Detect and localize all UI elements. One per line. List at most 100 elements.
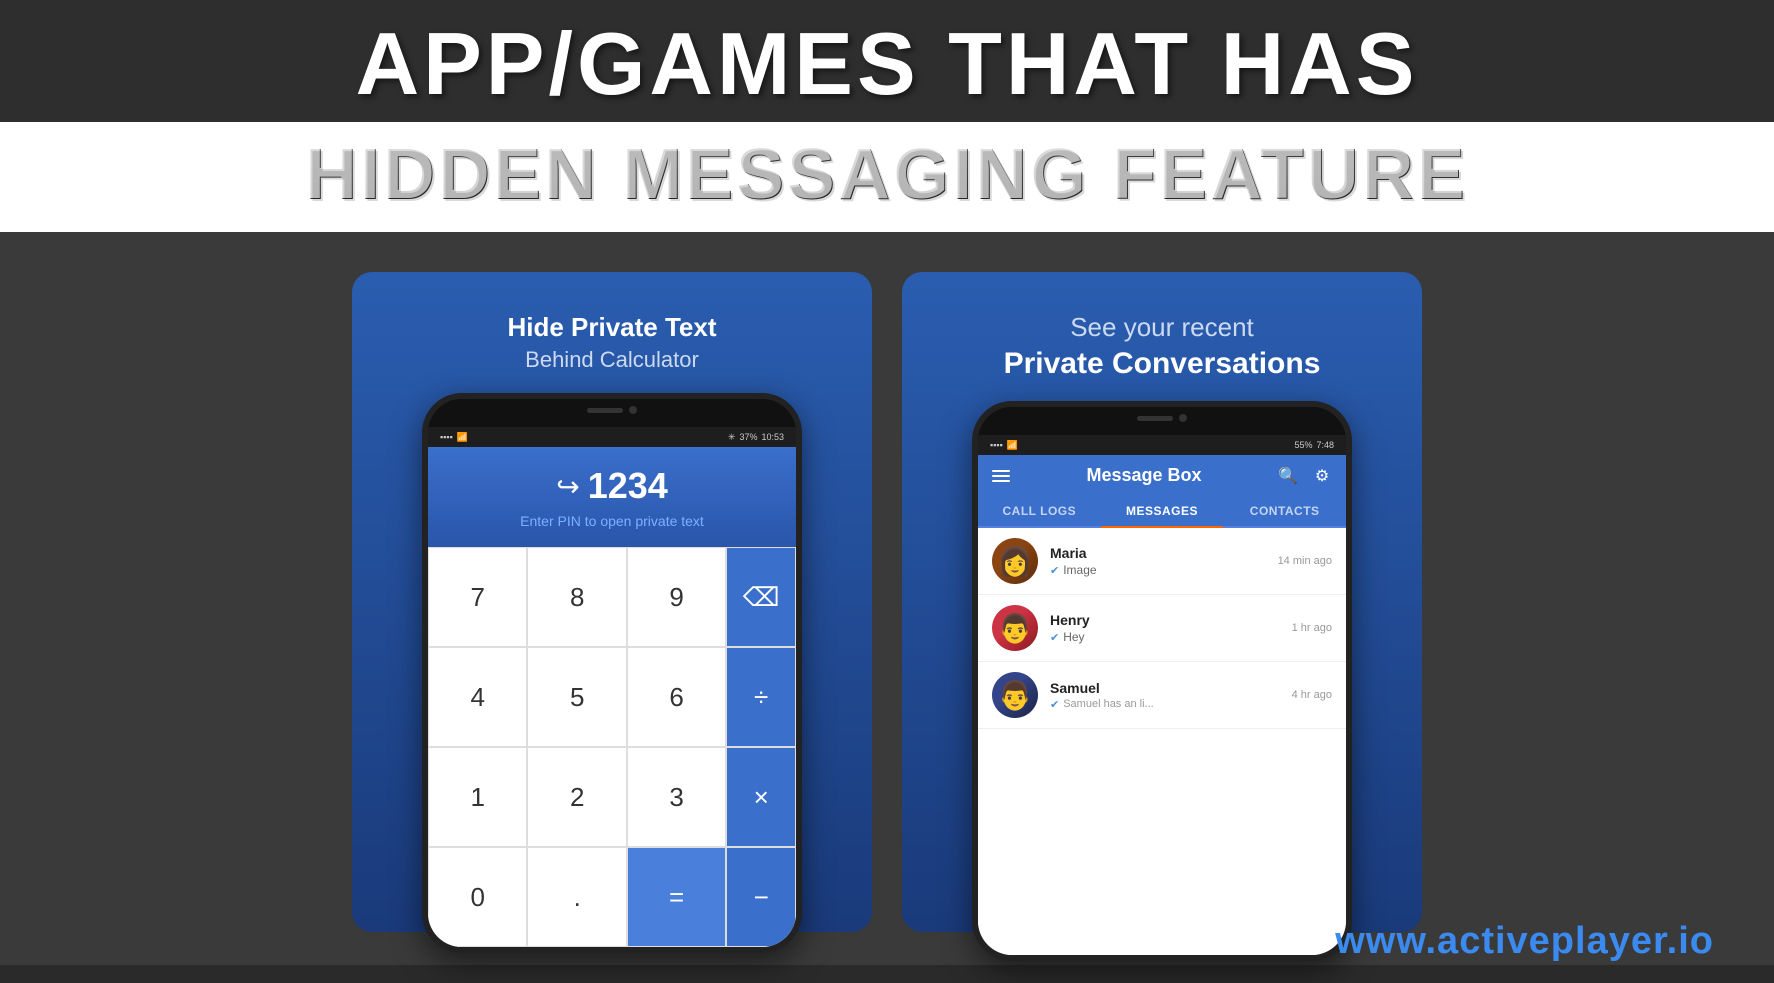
msg-info-samuel: Samuel ✔ Samuel has an li... [1050, 680, 1280, 711]
wifi-icon: 📶 [457, 432, 468, 443]
header-section: APP/GAMES THAT HAS [0, 0, 1774, 122]
key-backspace[interactable]: ⌫ [726, 547, 796, 647]
msg-info-henry: Henry ✔ Hey [1050, 612, 1280, 644]
notch-speaker [587, 408, 623, 413]
msg-name-maria: Maria [1050, 545, 1266, 561]
key-multiply[interactable]: × [726, 747, 796, 847]
check-icon-henry: ✔ [1050, 631, 1059, 644]
msg-time-samuel: 4 hr ago [1292, 689, 1332, 701]
msg-item-samuel[interactable]: 👨 Samuel ✔ Samuel has an li... 4 hr ago [978, 662, 1346, 729]
calc-keypad: 7 8 9 ⌫ 4 5 6 ÷ 1 2 3 × 0 . = − [428, 547, 796, 947]
msg-name-henry: Henry [1050, 612, 1280, 628]
key-equals[interactable]: = [627, 847, 726, 947]
network-indicator: ▪▪▪▪ [440, 432, 453, 442]
key-2[interactable]: 2 [527, 747, 626, 847]
key-0[interactable]: 0 [428, 847, 527, 947]
left-panel: Hide Private Text Behind Calculator ▪▪▪▪… [352, 272, 872, 932]
msg-text-maria: Image [1063, 563, 1096, 577]
avatar-maria-emoji: 👩 [998, 545, 1033, 578]
hamburger-line-3 [992, 480, 1010, 482]
hamburger-line-1 [992, 470, 1010, 472]
notch-dot [629, 406, 637, 414]
notch-center [567, 399, 657, 421]
calc-arrow-icon: ↪ [556, 470, 579, 503]
calc-pin-number: 1234 [588, 465, 668, 507]
msg-screen: Message Box 🔍 ⚙ CALL LOGS MESSAGES CONTA… [978, 455, 1346, 955]
calc-status-bar: ▪▪▪▪ 📶 ✳ 37% 10:53 [428, 427, 796, 447]
avatar-samuel-emoji: 👨 [998, 679, 1033, 712]
search-icon[interactable]: 🔍 [1278, 466, 1298, 486]
msg-text-henry: Hey [1063, 630, 1084, 644]
main-title: APP/GAMES THAT HAS [20, 18, 1754, 110]
msg-preview-henry: ✔ Hey [1050, 630, 1280, 644]
msg-wifi-icon: 📶 [1007, 440, 1018, 451]
msg-tabs: CALL LOGS MESSAGES CONTACTS [978, 496, 1346, 528]
key-7[interactable]: 7 [428, 547, 527, 647]
msg-battery-text: 55% [1294, 440, 1312, 450]
msg-status-left: ▪▪▪▪ 📶 [990, 440, 1018, 451]
msg-time-henry: 1 hr ago [1292, 622, 1332, 634]
left-label-bold: Hide Private Text [507, 312, 716, 343]
msg-notch-center [1117, 407, 1207, 429]
msg-item-maria[interactable]: 👩 Maria ✔ Image 14 min ago [978, 528, 1346, 595]
msg-notch-dot [1179, 414, 1187, 422]
msg-name-samuel: Samuel [1050, 680, 1280, 696]
left-label-sub: Behind Calculator [507, 347, 716, 373]
avatar-samuel: 👨 [992, 672, 1038, 718]
msg-network-indicator: ▪▪▪▪ [990, 440, 1003, 450]
status-left: ▪▪▪▪ 📶 [440, 432, 468, 443]
msg-status-bar: ▪▪▪▪ 📶 55% 7:48 [978, 435, 1346, 455]
msg-phone-notch-bar [978, 407, 1346, 435]
tab-messages[interactable]: MESSAGES [1101, 496, 1224, 528]
msg-time-maria: 14 min ago [1278, 555, 1332, 567]
left-panel-label: Hide Private Text Behind Calculator [507, 312, 716, 373]
key-9[interactable]: 9 [627, 547, 726, 647]
msg-text-samuel: Samuel has an li... [1063, 698, 1154, 710]
key-4[interactable]: 4 [428, 647, 527, 747]
content-area: Hide Private Text Behind Calculator ▪▪▪▪… [0, 232, 1774, 965]
topbar-icons: 🔍 ⚙ [1278, 466, 1332, 486]
msg-status-right: 55% 7:48 [1294, 440, 1334, 450]
calculator-phone: ▪▪▪▪ 📶 ✳ 37% 10:53 ↪ 1234 Enter PIN t [422, 393, 802, 953]
msg-topbar: Message Box 🔍 ⚙ [978, 455, 1346, 496]
hamburger-menu[interactable] [992, 470, 1010, 482]
calc-pin-row: ↪ 1234 [556, 465, 668, 507]
status-right: ✳ 37% 10:53 [728, 432, 784, 443]
msg-notch-speaker [1137, 416, 1173, 421]
calc-hint: Enter PIN to open private text [520, 513, 704, 529]
right-label-top: See your recent [1004, 312, 1321, 343]
time-text: 10:53 [761, 432, 784, 442]
settings-icon[interactable]: ⚙ [1312, 466, 1332, 486]
subtitle-section: HIDDEN MESSAGING FEATURE [0, 122, 1774, 232]
right-label-bold: Private Conversations [1004, 347, 1321, 381]
tab-call-logs[interactable]: CALL LOGS [978, 496, 1101, 526]
avatar-henry: 👨 [992, 605, 1038, 651]
key-dot[interactable]: . [527, 847, 626, 947]
calc-display: ↪ 1234 Enter PIN to open private text [428, 447, 796, 547]
key-5[interactable]: 5 [527, 647, 626, 747]
check-icon-maria: ✔ [1050, 564, 1059, 577]
bluetooth-icon: ✳ [728, 432, 736, 443]
phone-notch-bar [428, 399, 796, 427]
key-6[interactable]: 6 [627, 647, 726, 747]
msg-preview-samuel: ✔ Samuel has an li... [1050, 698, 1280, 711]
key-divide[interactable]: ÷ [726, 647, 796, 747]
right-panel: See your recent Private Conversations ▪▪… [902, 272, 1422, 932]
check-icon-samuel: ✔ [1050, 698, 1059, 711]
message-phone: ▪▪▪▪ 📶 55% 7:48 Message Box [972, 401, 1352, 961]
app-title: Message Box [1086, 465, 1201, 486]
avatar-maria: 👩 [992, 538, 1038, 584]
key-8[interactable]: 8 [527, 547, 626, 647]
key-3[interactable]: 3 [627, 747, 726, 847]
right-panel-label: See your recent Private Conversations [1004, 312, 1321, 381]
watermark: www.activeplayer.io [1335, 920, 1714, 963]
msg-item-henry[interactable]: 👨 Henry ✔ Hey 1 hr ago [978, 595, 1346, 662]
msg-preview-maria: ✔ Image [1050, 563, 1266, 577]
key-1[interactable]: 1 [428, 747, 527, 847]
tab-contacts[interactable]: CONTACTS [1223, 496, 1346, 526]
key-minus[interactable]: − [726, 847, 796, 947]
avatar-henry-emoji: 👨 [998, 612, 1033, 645]
subtitle-text: HIDDEN MESSAGING FEATURE [20, 134, 1754, 216]
msg-list: 👩 Maria ✔ Image 14 min ago [978, 528, 1346, 955]
hamburger-line-2 [992, 475, 1010, 477]
